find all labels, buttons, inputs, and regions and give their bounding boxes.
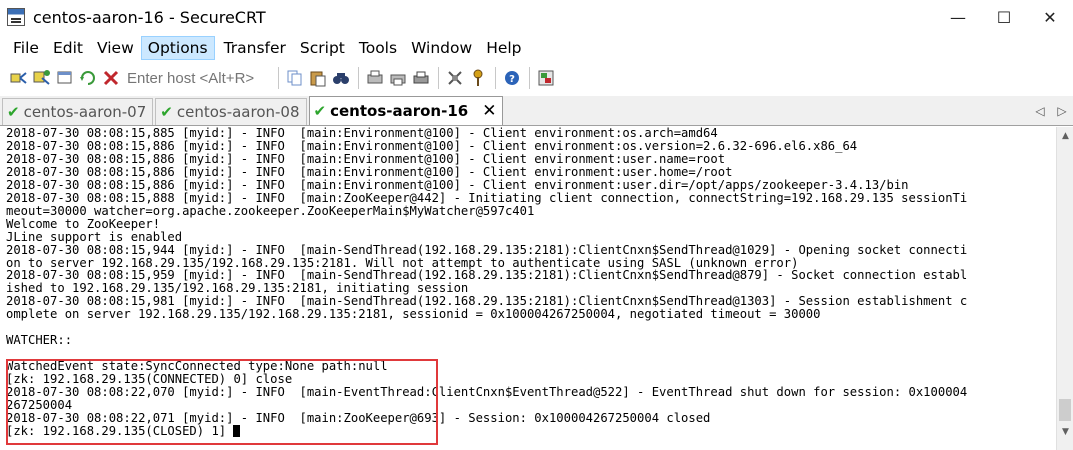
scrollbar-thumb[interactable] (1059, 399, 1071, 421)
menu-edit[interactable]: Edit (45, 36, 91, 60)
tab-label: centos-aaron-16 (330, 102, 469, 120)
maximize-button[interactable]: ☐ (981, 0, 1027, 34)
svg-text:?: ? (509, 74, 515, 85)
menu-file[interactable]: File (5, 36, 47, 60)
connected-check-icon: ✔ (7, 103, 20, 121)
scroll-up-icon[interactable]: ▲ (1057, 127, 1073, 144)
session-options-icon[interactable] (444, 67, 466, 89)
keymap-icon[interactable] (467, 67, 489, 89)
tab-centos-aaron-07[interactable]: ✔ centos-aaron-07 (2, 98, 154, 125)
toolbar-separator (529, 67, 530, 89)
terminal-lines: 2018-07-30 08:08:15,885 [myid:] - INFO [… (0, 127, 1056, 438)
menu-help[interactable]: Help (478, 36, 529, 60)
menu-options[interactable]: Options (140, 36, 215, 60)
terminal-line: [zk: 192.168.29.135(CLOSED) 1] (6, 424, 1056, 438)
menu-view[interactable]: View (89, 36, 142, 60)
quick-connect-icon[interactable] (31, 67, 53, 89)
tab-scroll-left-icon[interactable]: ◁ (1029, 104, 1051, 118)
reconnect-icon[interactable] (77, 67, 99, 89)
terminal-line: 2018-07-30 08:08:22,070 [myid:] - INFO [… (6, 385, 968, 400)
terminal-line: meout=30000 watcher=org.apache.zookeeper… (6, 203, 535, 218)
tab-label: centos-aaron-08 (176, 103, 300, 121)
tab-close-icon[interactable]: ✕ (482, 101, 496, 121)
menu-script[interactable]: Script (292, 36, 353, 60)
disconnect-icon[interactable] (100, 67, 122, 89)
securecrt-app-icon[interactable] (7, 8, 25, 26)
connect-icon[interactable] (8, 67, 30, 89)
menu-bar: File Edit View Options Transfer Script Tools Wi… (0, 35, 1073, 61)
tab-label: centos-aaron-07 (23, 103, 147, 121)
minimize-button[interactable]: — (935, 0, 981, 34)
help-icon[interactable]: ? (501, 67, 523, 89)
copy-icon[interactable] (284, 67, 306, 89)
tab-centos-aaron-08[interactable]: ✔ centos-aaron-08 (155, 98, 307, 125)
print-selection-icon[interactable] (387, 67, 409, 89)
tab-navigation: ◁ ▷ (1029, 96, 1073, 126)
menu-window[interactable]: Window (403, 36, 480, 60)
terminal-cursor (233, 424, 241, 437)
paste-icon[interactable] (307, 67, 329, 89)
print-setup-icon[interactable] (364, 67, 386, 89)
connect-tab-icon[interactable] (54, 67, 76, 89)
session-tab-bar: ✔ centos-aaron-07 ✔ centos-aaron-08 ✔ centos-… (0, 96, 1073, 126)
toolbar-separator (495, 67, 496, 89)
title-bar: centos-aaron-16 - SecureCRT — ☐ ✕ (0, 0, 1073, 34)
sftp-icon[interactable] (535, 67, 557, 89)
tab-centos-aaron-16[interactable]: ✔ centos-aaron-16 ✕ (308, 96, 504, 125)
find-icon[interactable] (330, 67, 352, 89)
host-input[interactable] (123, 66, 273, 90)
connected-check-icon: ✔ (313, 102, 327, 120)
toolbar-separator (278, 67, 279, 89)
tab-scroll-right-icon[interactable]: ▷ (1051, 104, 1073, 118)
scroll-down-icon[interactable]: ▼ (1057, 423, 1073, 440)
close-button[interactable]: ✕ (1027, 0, 1073, 34)
terminal-scrollbar[interactable]: ▲ ▼ (1056, 127, 1073, 450)
terminal-output[interactable]: 2018-07-30 08:08:15,885 [myid:] - INFO [… (0, 127, 1056, 450)
print-icon[interactable] (410, 67, 432, 89)
terminal-line: omplete on server 192.168.29.135/192.168… (6, 307, 821, 322)
toolbar: ? (0, 62, 1073, 94)
window-controls: — ☐ ✕ (935, 0, 1073, 34)
window-title: centos-aaron-16 - SecureCRT (33, 7, 266, 27)
toolbar-separator (438, 67, 439, 89)
menu-transfer[interactable]: Transfer (216, 36, 294, 60)
connected-check-icon: ✔ (160, 103, 173, 121)
toolbar-separator (358, 67, 359, 89)
terminal-line: WATCHER:: (6, 333, 73, 348)
menu-tools[interactable]: Tools (351, 36, 405, 60)
